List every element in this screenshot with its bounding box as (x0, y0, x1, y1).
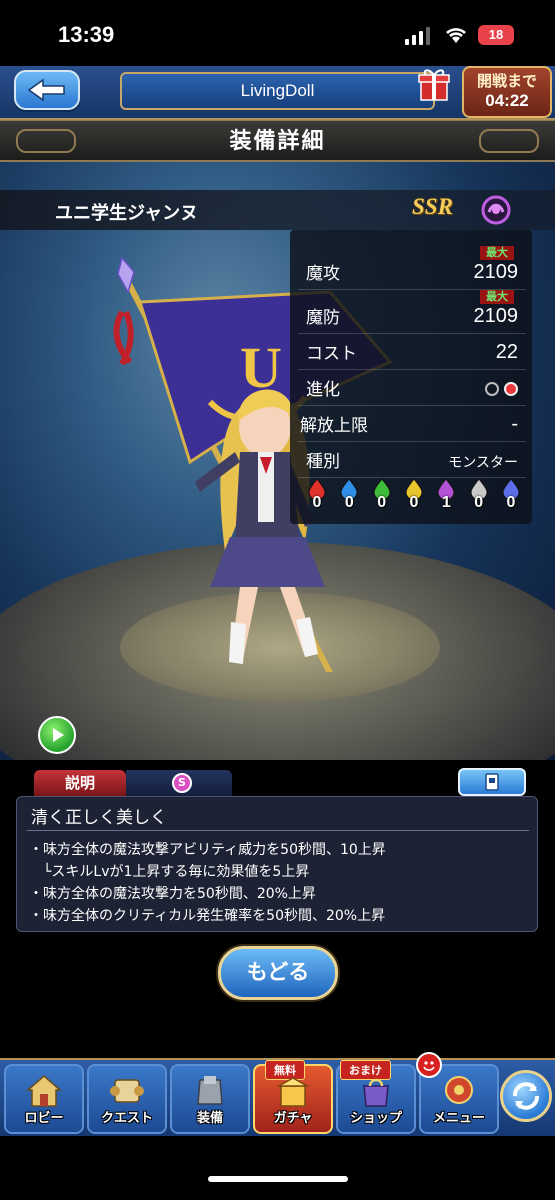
tab-description[interactable]: 説明 (34, 770, 126, 796)
element-count-value: 0 (474, 494, 484, 511)
stat-evolution: 進化 (298, 374, 526, 406)
element-count-value: 0 (312, 494, 322, 511)
element-count: 1 (433, 478, 459, 516)
stat-value: 22 (495, 341, 518, 363)
max-badge: 最大 (480, 246, 514, 260)
stat-magic-attack: 最大 魔攻 2109 (298, 246, 526, 290)
evolution-dots (480, 377, 518, 400)
element-count-value: 0 (506, 494, 516, 511)
signal-icon (405, 27, 431, 45)
stat-magic-defense: 最大 魔防 2109 (298, 290, 526, 334)
event-timer-label: 開戦まで (476, 72, 537, 90)
refresh-button[interactable] (500, 1070, 552, 1122)
skill-line: └スキルLvが1上昇する毎に効果値を5上昇 (29, 864, 310, 880)
home-indicator-area (0, 1136, 555, 1200)
nav-label: ショップ (349, 1111, 402, 1126)
element-count-value: 0 (344, 494, 354, 511)
event-timer-value: 04:22 (485, 91, 529, 110)
element-count: 0 (466, 478, 492, 516)
stat-label: 進化 (306, 380, 340, 400)
character-name-row: ユニ学生ジャンヌ SSR (0, 190, 555, 230)
skill-line: ・味方全体のクリティカル発生確率を50秒間、20%上昇 (29, 908, 386, 924)
refresh-icon (513, 1082, 539, 1110)
nav-quest[interactable]: クエスト (87, 1064, 167, 1134)
element-count: 0 (304, 478, 330, 516)
battery-icon: 18 (478, 25, 514, 45)
back-button[interactable]: もどる (218, 946, 338, 1000)
event-timer[interactable]: 開戦まで 04:22 (462, 66, 552, 118)
stat-limit-break: 解放上限 - (298, 410, 526, 442)
user-name: LivingDoll (240, 81, 315, 100)
ornament-left (16, 129, 76, 153)
play-voice-button[interactable] (38, 716, 76, 754)
stat-type: 種別 モンスター (298, 446, 526, 478)
nav-label: ロビー (24, 1111, 64, 1126)
stat-label: 解放上限 (300, 416, 368, 436)
nav-gacha[interactable]: 無料 ガチャ (253, 1060, 333, 1134)
gacha-icon (276, 1077, 310, 1107)
element-count: 0 (401, 478, 427, 516)
nav-lobby[interactable]: ロビー (4, 1064, 84, 1134)
stat-value: 2109 (473, 305, 519, 327)
element-count: 0 (498, 478, 524, 516)
menu-icon (445, 1076, 473, 1104)
nav-label: 装備 (196, 1111, 223, 1126)
stat-label: コスト (306, 344, 357, 364)
ornament-right (479, 129, 539, 153)
skill-name: 清く正しく美しく (27, 803, 529, 831)
stat-value: モンスター (448, 454, 518, 470)
bottom-nav: ロビー クエスト 装備 無料 ガチャ おまけ ショップ メニュー (0, 1058, 555, 1136)
wifi-icon (446, 28, 466, 43)
gift-icon[interactable] (416, 66, 452, 102)
max-badge: 最大 (480, 290, 514, 304)
skill-description-panel: 清く正しく美しく ・味方全体の魔法攻撃アビリティ威力を50秒間、10上昇 └スキ… (16, 796, 538, 932)
skill-line: ・味方全体の魔法攻撃アビリティ威力を50秒間、10上昇 (29, 842, 386, 858)
status-bar: 13:39 18 (0, 0, 555, 66)
element-count-value: 1 (441, 494, 451, 511)
evolution-dot-filled (504, 381, 518, 396)
home-indicator[interactable] (208, 1176, 348, 1182)
element-count: 0 (369, 478, 395, 516)
skill-s-icon: S (172, 773, 192, 793)
play-icon (53, 728, 64, 742)
back-arrow-button[interactable] (14, 70, 80, 110)
stat-cost: コスト 22 (298, 338, 526, 370)
nav-label: メニュー (432, 1111, 485, 1126)
quest-icon (110, 1079, 144, 1103)
element-count: 0 (336, 478, 362, 516)
stat-label: 魔攻 (306, 264, 340, 284)
skill-line: ・味方全体の魔法攻撃力を50秒間、20%上昇 (29, 886, 316, 902)
stat-value: 2109 (473, 261, 519, 283)
stat-label: 種別 (306, 452, 340, 472)
page-title-bar: 装備詳細 (0, 120, 555, 162)
notification-badge (416, 1052, 442, 1078)
card-icon (485, 773, 499, 791)
nav-equipment[interactable]: 装備 (170, 1064, 250, 1134)
rarity-badge: SSR (412, 194, 453, 219)
shop-icon (363, 1078, 389, 1107)
description-tabs: 説明 S (0, 768, 555, 796)
arrow-left-icon (27, 78, 65, 102)
equipment-icon (197, 1076, 223, 1105)
nav-label: クエスト (100, 1111, 153, 1126)
header: LivingDoll 開戦まで 04:22 (0, 66, 555, 120)
title-bar: LivingDoll (120, 72, 435, 110)
card-view-button[interactable] (458, 768, 526, 796)
nav-label: ガチャ (273, 1111, 313, 1126)
element-count-value: 0 (377, 494, 387, 511)
status-time: 13:39 (58, 22, 115, 47)
stat-value: - (511, 413, 518, 435)
nav-shop[interactable]: おまけ ショップ (336, 1060, 416, 1134)
tab-skill[interactable]: S (126, 770, 232, 796)
character-name: ユニ学生ジャンヌ (55, 203, 199, 224)
element-counts: 0 0 0 0 1 0 0 (304, 478, 524, 516)
lobby-icon (26, 1075, 62, 1107)
page-title: 装備詳細 (229, 129, 326, 154)
element-count-value: 0 (409, 494, 419, 511)
smile-icon (423, 1061, 435, 1071)
dark-element-icon (481, 195, 511, 225)
evolution-dot-empty (485, 381, 499, 396)
stat-label: 魔防 (306, 308, 340, 328)
stats-panel: 最大 魔攻 2109 最大 魔防 2109 コスト 22 進化 解放上限 - 種… (290, 230, 532, 524)
